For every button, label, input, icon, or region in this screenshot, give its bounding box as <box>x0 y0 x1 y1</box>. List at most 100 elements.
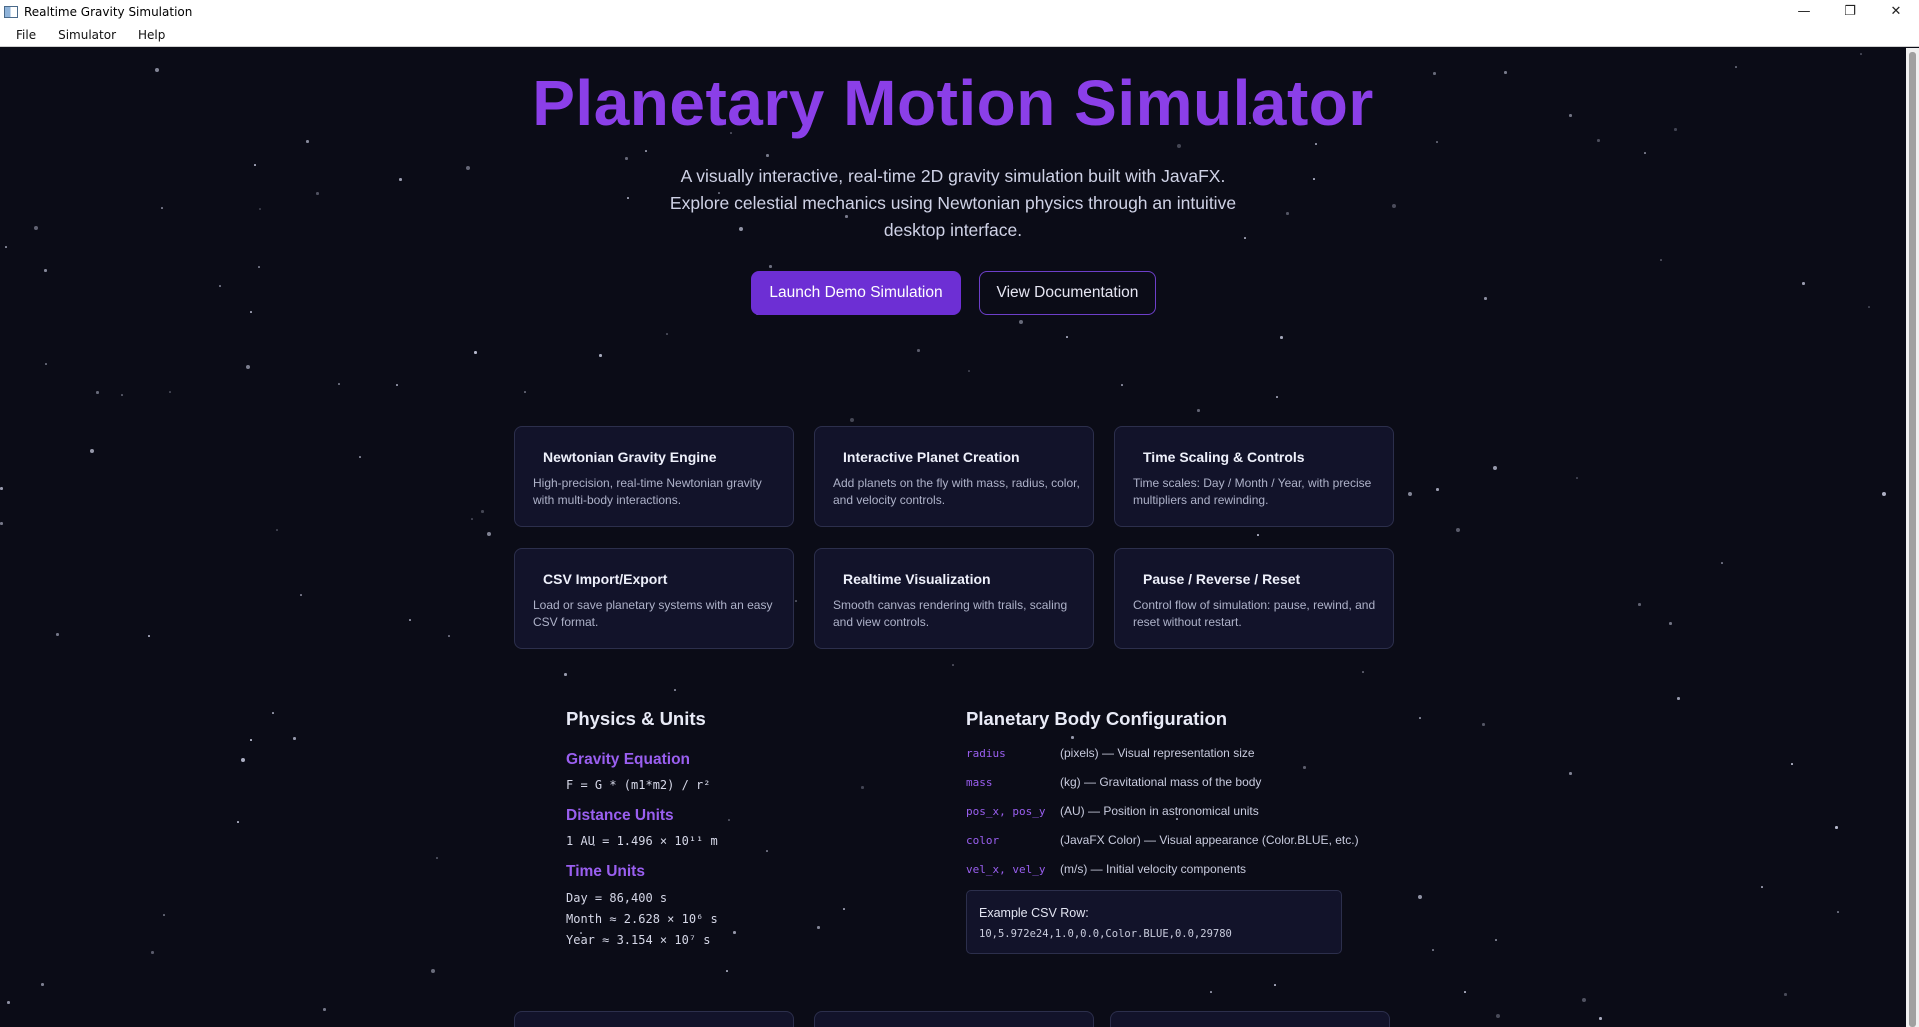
vertical-scrollbar[interactable] <box>1906 48 1919 1027</box>
window-controls: — ❐ ✕ <box>1781 0 1919 23</box>
feature-card-desc: Smooth canvas rendering with trails, sca… <box>833 598 1068 629</box>
star <box>44 269 47 272</box>
star <box>1464 991 1466 993</box>
star <box>1721 562 1723 564</box>
config-desc: (JavaFX Color) — Visual appearance (Colo… <box>1060 833 1359 847</box>
star <box>1493 466 1497 470</box>
star <box>1482 723 1485 726</box>
menu-simulator[interactable]: Simulator <box>50 28 124 42</box>
star <box>431 969 435 973</box>
config-desc: (kg) — Gravitational mass of the body <box>1060 775 1262 789</box>
window-title: Realtime Gravity Simulation <box>24 4 193 19</box>
star <box>524 391 526 393</box>
star <box>250 311 252 313</box>
minimize-button[interactable]: — <box>1781 0 1827 23</box>
star <box>5 246 7 248</box>
star <box>1791 763 1793 765</box>
partial-card <box>1110 1011 1390 1027</box>
feature-card-desc: Load or save planetary systems with an e… <box>533 598 773 629</box>
star <box>272 712 274 714</box>
star <box>817 926 820 929</box>
config-row-velocity: vel_x, vel_y (m/s) — Initial velocity co… <box>966 861 1246 877</box>
star <box>1761 886 1763 888</box>
config-section-title: Planetary Body Configuration <box>966 708 1228 729</box>
star <box>968 370 970 372</box>
star <box>1835 826 1838 829</box>
config-key: pos_x, pos_y <box>966 804 1046 818</box>
star <box>1286 212 1289 215</box>
star <box>1802 282 1805 285</box>
distance-units-title: Distance Units <box>566 807 674 824</box>
scrollbar-thumb[interactable] <box>1909 52 1916 1027</box>
gravity-equation-title: Gravity Equation <box>566 751 691 768</box>
star <box>0 522 3 525</box>
feature-card-desc: Control flow of simulation: pause, rewin… <box>1133 598 1376 629</box>
star <box>1071 736 1074 739</box>
physics-section-title: Physics & Units <box>566 708 706 729</box>
feature-card-csv: CSV Import/Export Load or save planetary… <box>514 548 794 649</box>
star <box>1436 141 1438 143</box>
star <box>1644 152 1646 154</box>
star <box>1408 492 1412 496</box>
launch-demo-button[interactable]: Launch Demo Simulation <box>751 271 961 315</box>
star <box>45 363 47 365</box>
star <box>323 1008 326 1011</box>
config-key: radius <box>966 746 1006 760</box>
config-desc: (AU) — Position in astronomical units <box>1060 804 1259 818</box>
hero-subtitle-line: Explore celestial mechanics using Newton… <box>669 193 1237 213</box>
star <box>56 633 59 636</box>
config-desc: (pixels) — Visual representation size <box>1060 746 1255 760</box>
star <box>766 850 768 852</box>
close-button[interactable]: ✕ <box>1873 0 1919 23</box>
config-row-mass: mass (kg) — Gravitational mass of the bo… <box>966 774 1261 790</box>
star <box>1313 178 1315 180</box>
star <box>1066 336 1068 338</box>
view-documentation-button[interactable]: View Documentation <box>979 271 1156 315</box>
star <box>1638 603 1641 606</box>
star <box>1495 939 1497 941</box>
partial-card <box>814 1011 1094 1027</box>
feature-card-desc: High-precision, real-time Newtonian grav… <box>533 476 762 507</box>
menu-help[interactable]: Help <box>130 28 173 42</box>
feature-card-title: Pause / Reverse / Reset <box>1143 571 1301 587</box>
star <box>41 983 44 986</box>
star <box>1274 984 1276 986</box>
star <box>169 391 171 393</box>
config-key: mass <box>966 775 993 789</box>
star <box>726 970 728 972</box>
star <box>1418 895 1422 899</box>
app-icon <box>4 5 18 18</box>
star <box>1197 409 1200 412</box>
star <box>163 914 165 916</box>
star <box>448 635 450 637</box>
page-title: Planetary Motion Simulator <box>532 67 1374 139</box>
hero-subtitle-line: desktop interface. <box>883 220 1023 240</box>
star <box>466 166 470 170</box>
star <box>306 140 309 143</box>
star <box>148 635 150 637</box>
example-csv-box: Example CSV Row: 10,5.972e24,1.0,0.0,Col… <box>966 890 1342 954</box>
star <box>481 510 484 513</box>
star <box>766 154 769 157</box>
star <box>1177 144 1181 148</box>
partial-card <box>514 1011 794 1027</box>
time-units-title: Time Units <box>566 863 645 880</box>
star <box>1121 384 1123 386</box>
maximize-button[interactable]: ❐ <box>1827 0 1873 23</box>
time-unit-year: Year ≈ 3.154 × 10⁷ s <box>566 933 711 947</box>
star <box>627 197 629 199</box>
hero-subtitle-line: A visually interactive, real-time 2D gra… <box>680 166 1226 186</box>
star <box>728 819 730 821</box>
config-row-color: color (JavaFX Color) — Visual appearance… <box>966 832 1359 848</box>
star <box>1276 396 1278 398</box>
star <box>1315 143 1317 145</box>
feature-card-title: Interactive Planet Creation <box>843 449 1020 465</box>
distance-units-value: 1 AU = 1.496 × 10¹¹ m <box>566 834 718 848</box>
menu-file[interactable]: File <box>8 28 44 42</box>
star <box>121 394 123 396</box>
star <box>1569 772 1572 775</box>
star <box>1496 1014 1500 1018</box>
star <box>90 449 94 453</box>
star <box>1456 528 1460 532</box>
star <box>917 349 920 352</box>
